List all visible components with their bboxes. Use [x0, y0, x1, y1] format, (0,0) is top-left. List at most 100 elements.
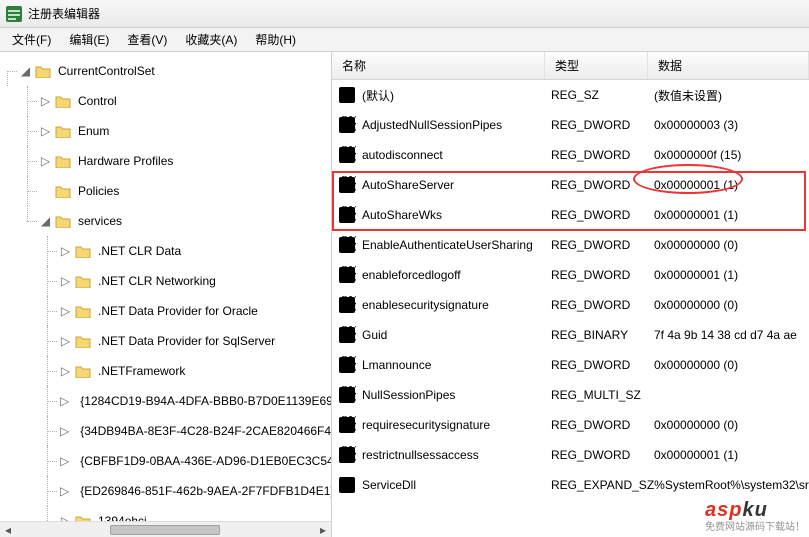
value-row[interactable]: enableforcedlogoffREG_DWORD0x00000001 (1…	[332, 260, 809, 290]
value-row[interactable]: AutoShareWksREG_DWORD0x00000001 (1)	[332, 200, 809, 230]
value-type: REG_DWORD	[551, 358, 654, 372]
tree-node-service-child[interactable]: ▷.NET CLR Data	[60, 236, 331, 266]
value-row[interactable]: restrictnullsessaccessREG_DWORD0x0000000…	[332, 440, 809, 470]
binary-value-icon	[338, 116, 356, 134]
value-type: REG_SZ	[551, 88, 654, 102]
expand-icon[interactable]: ▷	[60, 336, 71, 347]
value-row[interactable]: AdjustedNullSessionPipesREG_DWORD0x00000…	[332, 110, 809, 140]
tree-label: .NET Data Provider for Oracle	[95, 303, 261, 319]
tree-node-service-child[interactable]: ▷ .NETFramework	[60, 356, 331, 386]
value-type: REG_DWORD	[551, 208, 654, 222]
collapse-icon[interactable]: ◢	[40, 216, 51, 227]
value-row[interactable]: GuidREG_BINARY7f 4a 9b 14 38 cd d7 4a ae	[332, 320, 809, 350]
tree-node-policies[interactable]: Policies	[40, 176, 331, 206]
value-data: 0x00000000 (0)	[654, 418, 809, 432]
column-headers: 名称 类型 数据	[332, 52, 809, 80]
binary-value-icon	[338, 416, 356, 434]
value-type: REG_DWORD	[551, 148, 654, 162]
value-name: Guid	[362, 328, 551, 342]
value-row[interactable]: requiresecuritysignatureREG_DWORD0x00000…	[332, 410, 809, 440]
folder-icon	[55, 184, 71, 198]
expand-icon[interactable]: ▷	[60, 396, 69, 407]
value-row[interactable]: AutoShareServerREG_DWORD0x00000001 (1)	[332, 170, 809, 200]
tree-label: {1284CD19-B94A-4DFA-BBB0-B7D0E1139E69}	[77, 393, 332, 409]
tree-label: {ED269846-851F-462b-9AEA-2F7FDFB1D4E1}	[77, 483, 332, 499]
tree-node-service-child[interactable]: ▷{34DB94BA-8E3F-4C28-B24F-2CAE820466F4}	[60, 416, 331, 446]
scroll-right-icon[interactable]: ▸	[315, 522, 331, 537]
value-data: 0x00000000 (0)	[654, 238, 809, 252]
expand-icon[interactable]: ▷	[60, 276, 71, 287]
collapse-icon[interactable]: ◢	[20, 66, 31, 77]
value-row[interactable]: (默认)REG_SZ(数值未设置)	[332, 80, 809, 110]
value-name: (默认)	[362, 87, 551, 104]
value-data: 7f 4a 9b 14 38 cd d7 4a ae	[654, 328, 809, 342]
folder-icon	[55, 94, 71, 108]
tree-node-enum[interactable]: ▷ Enum	[40, 116, 331, 146]
value-type: REG_BINARY	[551, 328, 654, 342]
col-header-name[interactable]: 名称	[332, 52, 545, 79]
string-value-icon	[338, 476, 356, 494]
expand-icon[interactable]: ▷	[60, 486, 69, 497]
menu-favorites[interactable]: 收藏夹(A)	[177, 28, 245, 51]
tree-label: Policies	[75, 183, 122, 199]
tree-node-hardware-profiles[interactable]: ▷ Hardware Profiles	[40, 146, 331, 176]
tree-label: .NET Data Provider for SqlServer	[95, 333, 278, 349]
expand-icon[interactable]: ▷	[40, 126, 51, 137]
string-value-icon	[338, 86, 356, 104]
menu-edit[interactable]: 编辑(E)	[61, 28, 117, 51]
value-row[interactable]: ServiceDllREG_EXPAND_SZ%SystemRoot%\syst…	[332, 470, 809, 500]
scrollbar-thumb[interactable]	[110, 525, 220, 535]
expand-icon[interactable]: ▷	[40, 96, 51, 107]
menu-file[interactable]: 文件(F)	[4, 28, 59, 51]
tree-node-currentcontrolset[interactable]: ◢ CurrentControlSet	[20, 56, 331, 86]
tree-node-service-child[interactable]: ▷ .NET Data Provider for Oracle	[60, 296, 331, 326]
col-header-data[interactable]: 数据	[648, 52, 809, 79]
value-name: AutoShareWks	[362, 208, 551, 222]
tree-node-service-child[interactable]: ▷.NET CLR Networking	[60, 266, 331, 296]
values-pane: 名称 类型 数据 (默认)REG_SZ(数值未设置)AdjustedNullSe…	[332, 52, 809, 537]
value-data: 0x00000001 (1)	[654, 448, 809, 462]
menu-view[interactable]: 查看(V)	[119, 28, 175, 51]
value-data: %SystemRoot%\system32\sr	[654, 478, 809, 492]
tree-node-service-child[interactable]: ▷ {ED269846-851F-462b-9AEA-2F7FDFB1D4E1}	[60, 476, 331, 506]
expand-icon[interactable]: ▷	[60, 366, 71, 377]
tree-label: .NETFramework	[95, 363, 188, 379]
value-data: 0x00000000 (0)	[654, 358, 809, 372]
value-type: REG_DWORD	[551, 178, 654, 192]
tree-node-services[interactable]: ◢ services	[40, 206, 331, 236]
folder-icon	[55, 214, 71, 228]
expand-icon[interactable]: ▷	[60, 426, 69, 437]
tree-label: Control	[75, 93, 120, 109]
folder-icon	[55, 154, 71, 168]
value-name: enablesecuritysignature	[362, 298, 551, 312]
folder-icon	[35, 64, 51, 78]
binary-value-icon	[338, 446, 356, 464]
horizontal-scrollbar[interactable]: ◂ ▸	[0, 521, 331, 537]
tree-node-control[interactable]: ▷ Control	[40, 86, 331, 116]
scroll-left-icon[interactable]: ◂	[0, 522, 16, 537]
expand-icon[interactable]: ▷	[40, 156, 51, 167]
tree-label: {CBFBF1D9-0BAA-436E-AD96-D1EB0EC3C548}	[77, 453, 332, 469]
menu-help[interactable]: 帮助(H)	[247, 28, 304, 51]
value-row[interactable]: autodisconnectREG_DWORD0x0000000f (15)	[332, 140, 809, 170]
value-type: REG_DWORD	[551, 448, 654, 462]
value-name: Lmannounce	[362, 358, 551, 372]
value-data: (数值未设置)	[654, 87, 809, 104]
tree-node-service-child[interactable]: ▷ .NET Data Provider for SqlServer	[60, 326, 331, 356]
value-row[interactable]: LmannounceREG_DWORD0x00000000 (0)	[332, 350, 809, 380]
value-row[interactable]: NullSessionPipesREG_MULTI_SZ	[332, 380, 809, 410]
value-row[interactable]: EnableAuthenticateUserSharingREG_DWORD0x…	[332, 230, 809, 260]
expand-icon[interactable]: ▷	[60, 306, 71, 317]
value-name: requiresecuritysignature	[362, 418, 551, 432]
tree-label: CurrentControlSet	[55, 63, 158, 79]
tree-node-service-child[interactable]: ▷ {1284CD19-B94A-4DFA-BBB0-B7D0E1139E69}	[60, 386, 331, 416]
value-row[interactable]: enablesecuritysignatureREG_DWORD0x000000…	[332, 290, 809, 320]
col-header-type[interactable]: 类型	[545, 52, 648, 79]
tree-pane: ◢ CurrentControlSet ▷ Control ▷	[0, 52, 332, 537]
value-data: 0x00000001 (1)	[654, 208, 809, 222]
value-name: restrictnullsessaccess	[362, 448, 551, 462]
tree-node-service-child[interactable]: ▷ {CBFBF1D9-0BAA-436E-AD96-D1EB0EC3C548}	[60, 446, 331, 476]
expand-icon[interactable]: ▷	[60, 456, 69, 467]
tree-label: Enum	[75, 123, 112, 139]
expand-icon[interactable]: ▷	[60, 246, 71, 257]
